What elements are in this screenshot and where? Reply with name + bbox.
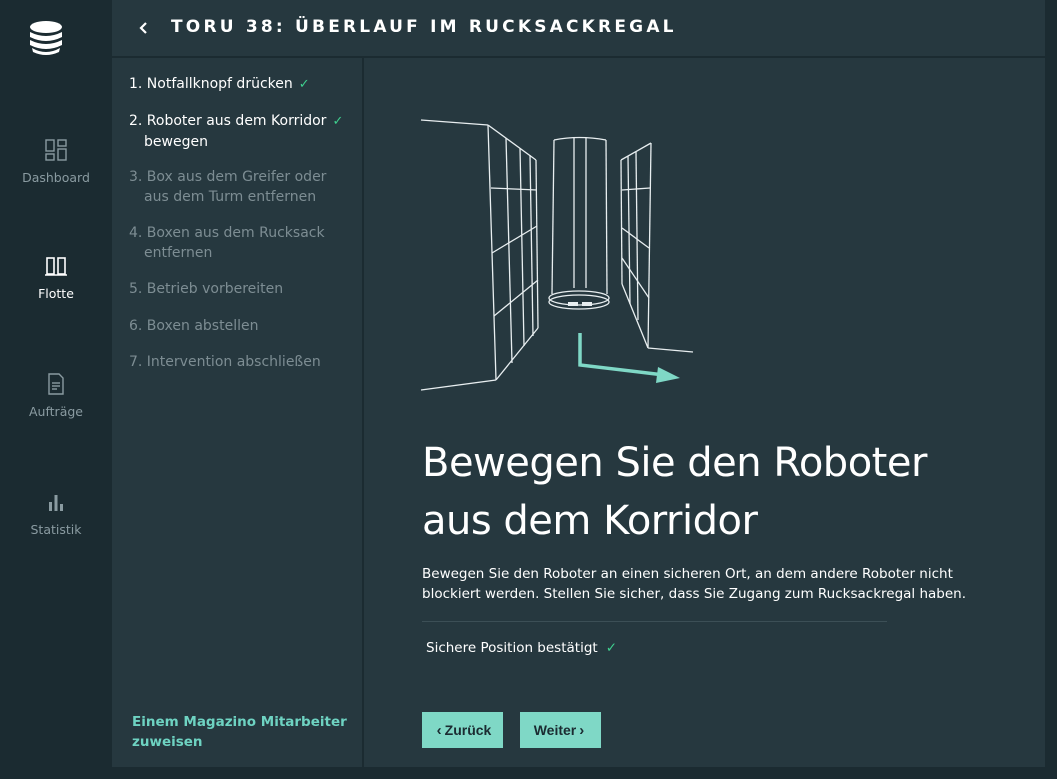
page-header: TORU 38: ÜBERLAUF IM RUCKSACKREGAL [112,0,1045,57]
main-content: Bewegen Sie den Roboter aus dem Korridor… [364,58,1045,767]
dashboard-icon [45,139,67,161]
step-item[interactable]: 5. Betrieb vorbereiten [129,279,355,299]
chevron-left-icon[interactable] [134,16,152,40]
nav-label-auftraege: Aufträge [29,404,83,419]
step-label: 3. Box aus dem Greifer oder [129,169,327,185]
nav-label-statistik: Statistik [30,522,82,537]
chevron-left-icon: ‹ [436,721,442,739]
step-label: 2. Roboter aus dem Korridor [129,113,327,129]
step-item[interactable]: 3. Box aus dem Greifer oder aus dem Turm… [129,167,355,207]
confirmation-status: Sichere Position bestätigt ✓ [426,640,617,656]
nav-label-flotte: Flotte [38,286,74,301]
fleet-icon [45,257,67,276]
divider [422,621,887,622]
chevron-right-icon: › [579,721,585,739]
bar-chart-icon [49,495,63,511]
step-label: 7. Intervention abschließen [129,354,321,370]
next-button[interactable]: Weiter › [520,712,601,748]
nav-item-statistik[interactable]: Statistik [0,490,112,537]
step-heading: Bewegen Sie den Roboter aus dem Korridor [422,440,927,544]
sidebar-nav: Dashboard Flotte Aufträge Statistik [0,0,112,779]
step-item[interactable]: 1. Notfallknopf drücken ✓ [129,74,355,95]
back-button[interactable]: ‹ Zurück [422,712,503,748]
step-label: 5. Betrieb vorbereiten [129,281,284,297]
document-icon [48,373,64,395]
step-item[interactable]: 7. Intervention abschließen [129,352,355,372]
check-icon: ✓ [298,77,310,92]
step-label-continued: entfernen [144,245,213,261]
confirmation-label: Sichere Position bestätigt [426,640,598,656]
step-label-continued: aus dem Turm entfernen [144,189,317,205]
steps-panel: 1. Notfallknopf drücken ✓ 2. Roboter aus … [112,58,362,767]
robot-corridor-illustration [420,119,694,391]
check-icon: ✓ [332,114,344,129]
next-button-label: Weiter [533,722,577,738]
assign-employee-link[interactable]: Einem Magazino Mitarbeiter zuweisen [132,712,352,752]
step-item[interactable]: 2. Roboter aus dem Korridor ✓ bewegen [129,111,355,152]
step-label: 4. Boxen aus dem Rucksack [129,225,325,241]
step-label: 1. Notfallknopf drücken [129,76,293,92]
back-button-label: Zurück [444,722,492,738]
step-label: 6. Boxen abstellen [129,318,259,334]
step-label-continued: bewegen [144,134,208,150]
nav-item-auftraege[interactable]: Aufträge [0,372,112,419]
step-item[interactable]: 4. Boxen aus dem Rucksack entfernen [129,223,355,263]
step-item[interactable]: 6. Boxen abstellen [129,316,355,336]
step-description: Bewegen Sie den Roboter an einen sichere… [422,566,967,602]
window-edge [1045,0,1057,779]
nav-item-dashboard[interactable]: Dashboard [0,138,112,185]
check-icon: ✓ [605,640,618,656]
nav-item-flotte[interactable]: Flotte [0,254,112,301]
nav-label-dashboard: Dashboard [22,170,90,185]
page-title: TORU 38: ÜBERLAUF IM RUCKSACKREGAL [171,17,677,37]
magazino-logo [30,21,62,55]
